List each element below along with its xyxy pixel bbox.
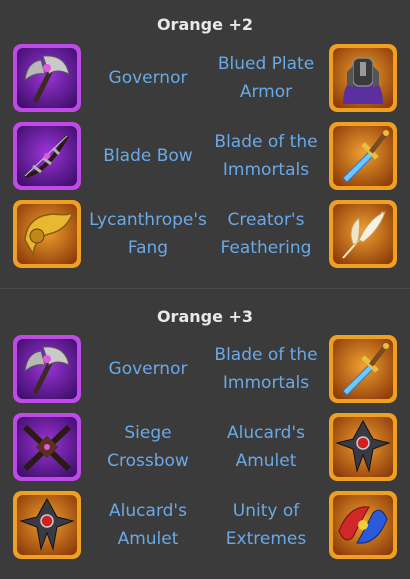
item-row: Governor Blade of the Immortals (0, 335, 410, 405)
item-row: Blade Bow Blade of the Immortals (0, 122, 410, 192)
axe-icon[interactable] (13, 44, 81, 112)
item-row: Alucard's Amulet Unity of Extremes (0, 491, 410, 561)
item-name[interactable]: Siege Crossbow (86, 413, 210, 481)
item-name[interactable]: Alucard's Amulet (204, 413, 328, 481)
section-title-orange-2: Orange +2 (156, 15, 254, 34)
item-row: Siege Crossbow Alucard's Amulet (0, 413, 410, 483)
amulet-icon[interactable] (13, 491, 81, 559)
item-name[interactable]: Unity of Extremes (204, 491, 328, 559)
item-name[interactable]: Blade Bow (86, 122, 210, 190)
item-name[interactable]: Blued Plate Armor (204, 44, 328, 112)
item-name[interactable]: Blade of the Immortals (204, 122, 328, 190)
item-name[interactable]: Blade of the Immortals (204, 335, 328, 403)
item-name[interactable]: Governor (86, 44, 210, 112)
item-name[interactable]: Alucard's Amulet (86, 491, 210, 559)
bow-icon[interactable] (13, 122, 81, 190)
feather-icon[interactable] (329, 200, 397, 268)
armor-icon[interactable] (329, 44, 397, 112)
section-title-orange-3: Orange +3 (156, 307, 254, 326)
item-row: Governor Blued Plate Armor (0, 44, 410, 114)
sword-icon[interactable] (329, 335, 397, 403)
amulet-icon[interactable] (329, 413, 397, 481)
unity-icon[interactable] (329, 491, 397, 559)
item-row: Lycanthrope's Fang Creator's Feathering (0, 200, 410, 270)
section-divider (0, 288, 410, 289)
axe-icon[interactable] (13, 335, 81, 403)
crossbow-icon[interactable] (13, 413, 81, 481)
item-name[interactable]: Governor (86, 335, 210, 403)
item-name[interactable]: Creator's Feathering (204, 200, 328, 268)
sword-icon[interactable] (329, 122, 397, 190)
item-name[interactable]: Lycanthrope's Fang (86, 200, 210, 268)
fang-icon[interactable] (13, 200, 81, 268)
